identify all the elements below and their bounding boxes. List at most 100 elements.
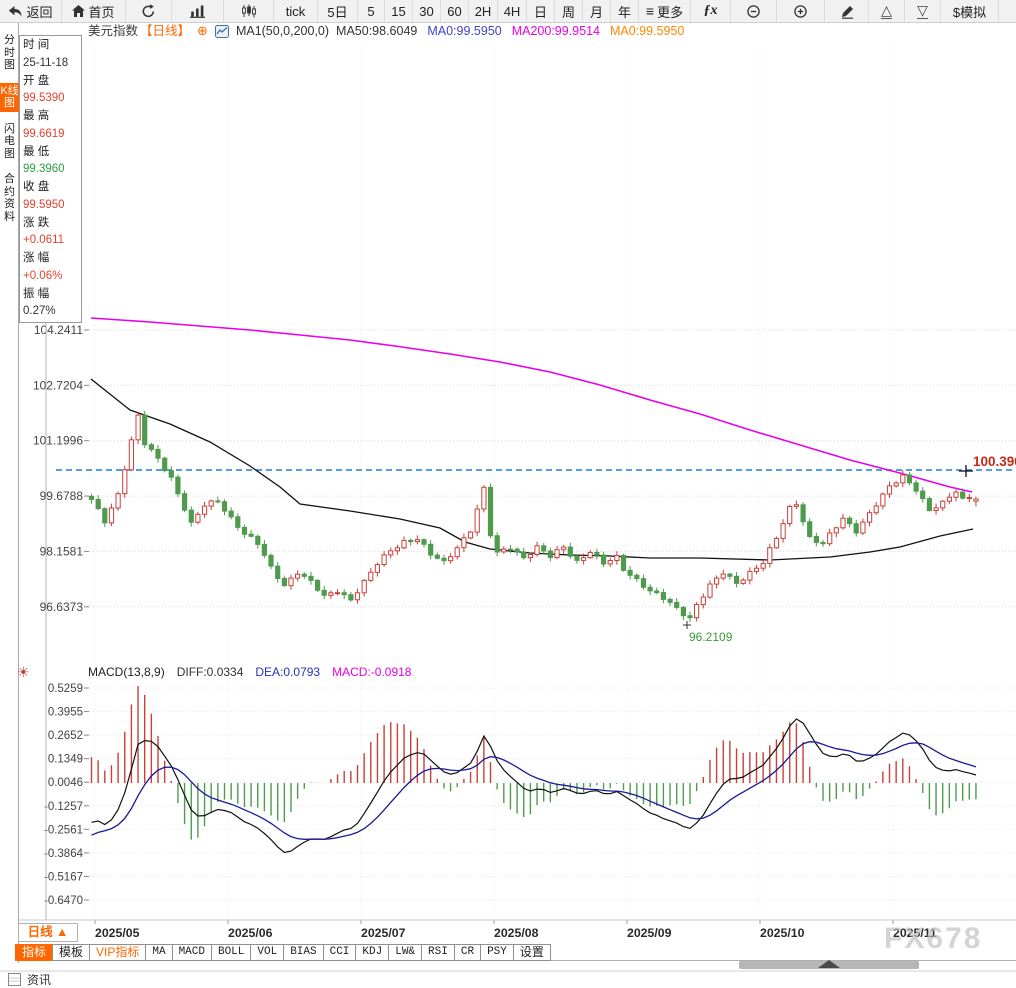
period-15-button[interactable]: 15: [385, 0, 413, 22]
macd-values: DIFF:0.0334 DEA:0.0793 MACD:-0.0918: [177, 665, 412, 679]
info-label: 开 盘: [23, 73, 81, 91]
tab-settings[interactable]: 设置: [513, 944, 551, 961]
period-month-button[interactable]: 月: [583, 0, 611, 22]
ma-settings: MA1(50,0,200,0): [236, 23, 329, 39]
expand-arrow-icon: [818, 960, 840, 968]
tab-boll[interactable]: BOLL: [211, 944, 251, 961]
watermark: FX678: [884, 922, 982, 956]
fx-button[interactable]: ƒx: [691, 0, 731, 22]
period-5-button[interactable]: 5: [358, 0, 385, 22]
tab-kline-chart[interactable]: K线图: [0, 83, 19, 112]
macd-value: DIFF:0.0334: [177, 665, 244, 679]
ma-value: MA0:99.5950: [427, 23, 501, 39]
indicator-tabs-row: 指标模板VIP指标MAMACDBOLLVOLBIASCCIKDJLW&RSICR…: [16, 944, 551, 961]
info-value: 99.3960: [23, 161, 81, 179]
svg-text:0.1349: 0.1349: [48, 754, 83, 766]
ma200-line: [91, 318, 972, 492]
kline-settings-icon[interactable]: [215, 25, 229, 38]
bar-chart-button[interactable]: [172, 0, 224, 22]
zoom-out-button[interactable]: [731, 0, 777, 22]
chart-header: 美元指数【日线】 ⊕ MA1(50,0,200,0) MA50:98.6049 M…: [88, 23, 684, 39]
panel-resize-handle[interactable]: [739, 961, 919, 969]
tab-ma[interactable]: MA: [145, 944, 172, 961]
info-value: +0.0611: [23, 232, 81, 250]
more-button[interactable]: ≡更多: [639, 0, 691, 22]
news-label[interactable]: 资讯: [27, 971, 51, 988]
info-value: 25-11-18: [23, 55, 81, 73]
tab-lw[interactable]: LW&: [388, 944, 422, 961]
candlesticks: [89, 411, 978, 622]
period-5d-button[interactable]: 5日: [318, 0, 358, 22]
info-value: +0.06%: [23, 268, 81, 286]
svg-text:2025/06: 2025/06: [228, 926, 273, 940]
macd-header: MACD(13,8,9) DIFF:0.0334 DEA:0.0793 MACD:-…: [88, 665, 411, 679]
indicator-settings-icon[interactable]: ☀: [17, 665, 30, 679]
tab-time-chart[interactable]: 分时图: [0, 32, 19, 74]
period-day-button[interactable]: 日: [527, 0, 555, 22]
info-value: 99.5950: [23, 197, 81, 215]
tab-indicator[interactable]: 指标: [15, 944, 53, 961]
macd-value: DEA:0.0793: [255, 665, 320, 679]
macd-value: MACD:-0.0918: [332, 665, 411, 679]
period-60-button[interactable]: 60: [441, 0, 469, 22]
tab-macd[interactable]: MACD: [172, 944, 212, 961]
period-year-button[interactable]: 年: [611, 0, 639, 22]
svg-text:-0.3864: -0.3864: [44, 848, 84, 860]
tab-lightning-chart[interactable]: 闪电图: [0, 121, 19, 163]
symbol-name: 美元指数: [88, 23, 138, 39]
period-2h-button[interactable]: 2H: [469, 0, 498, 22]
svg-text:2025/05: 2025/05: [95, 926, 140, 940]
period-week-button[interactable]: 周: [555, 0, 583, 22]
period-tag: 【日线】: [140, 23, 190, 39]
news-icon: [8, 973, 21, 986]
news-bar: 资讯: [8, 971, 51, 988]
candle-chart-button[interactable]: [224, 0, 274, 22]
info-value: 0.27%: [23, 303, 81, 321]
period-4h-button[interactable]: 4H: [498, 0, 527, 22]
svg-text:0.5259: 0.5259: [48, 683, 83, 695]
simulate-button[interactable]: $模拟: [941, 0, 999, 22]
refresh-button[interactable]: [126, 0, 172, 22]
info-value: 99.6619: [23, 126, 81, 144]
back-button[interactable]: 返回: [0, 0, 62, 22]
tab-vol[interactable]: VOL: [250, 944, 284, 961]
home-button[interactable]: 首页: [62, 0, 126, 22]
svg-text:-0.2561: -0.2561: [44, 824, 83, 836]
tab-bias[interactable]: BIAS: [283, 944, 323, 961]
tab-rsi[interactable]: RSI: [421, 944, 455, 961]
tab-psy[interactable]: PSY: [480, 944, 514, 961]
zoom-in-button[interactable]: [777, 0, 825, 22]
info-label: 振 幅: [23, 286, 81, 304]
info-label: 收 盘: [23, 179, 81, 197]
tab-vip-indicator[interactable]: VIP指标: [89, 944, 146, 961]
tick-button[interactable]: tick: [274, 0, 318, 22]
ma-value: MA0:99.5950: [610, 23, 684, 39]
macd-title: MACD(13,8,9): [88, 665, 165, 679]
draw-button[interactable]: [825, 0, 869, 22]
ma-value: MA50:98.6049: [336, 23, 417, 39]
triangle-up-button[interactable]: △: [869, 0, 905, 22]
svg-text:96.2109: 96.2109: [689, 630, 733, 644]
tab-template[interactable]: 模板: [52, 944, 90, 961]
add-indicator-icon[interactable]: ⊕: [197, 23, 208, 39]
period-selector-button[interactable]: 日线 ▲: [18, 923, 78, 942]
svg-text:-0.5167: -0.5167: [44, 871, 83, 883]
info-label: 涨 幅: [23, 250, 81, 268]
svg-text:2025/10: 2025/10: [760, 926, 805, 940]
period-30-button[interactable]: 30: [413, 0, 441, 22]
tab-cr[interactable]: CR: [454, 944, 481, 961]
info-value: 99.5390: [23, 90, 81, 108]
svg-text:-0.6470: -0.6470: [44, 895, 83, 907]
triangle-down-button[interactable]: ▽: [905, 0, 941, 22]
svg-text:0.3955: 0.3955: [48, 707, 83, 719]
tab-cci[interactable]: CCI: [323, 944, 357, 961]
chart-type-sidebar: 分时图 K线图闪电图合约资料: [0, 22, 19, 963]
svg-text:2025/08: 2025/08: [494, 926, 539, 940]
svg-text:0.2652: 0.2652: [48, 730, 83, 742]
chart-canvas[interactable]: 2025/052025/062025/072025/082025/092025/…: [0, 0, 1016, 981]
info-label: 最 低: [23, 144, 81, 162]
tab-kdj[interactable]: KDJ: [355, 944, 389, 961]
tab-contract-info[interactable]: 合约资料: [0, 171, 19, 225]
ohlc-info-panel: 时 间25-11-18开 盘99.5390最 高99.6619最 低99.396…: [19, 35, 82, 323]
svg-text:101.1996: 101.1996: [33, 434, 83, 448]
